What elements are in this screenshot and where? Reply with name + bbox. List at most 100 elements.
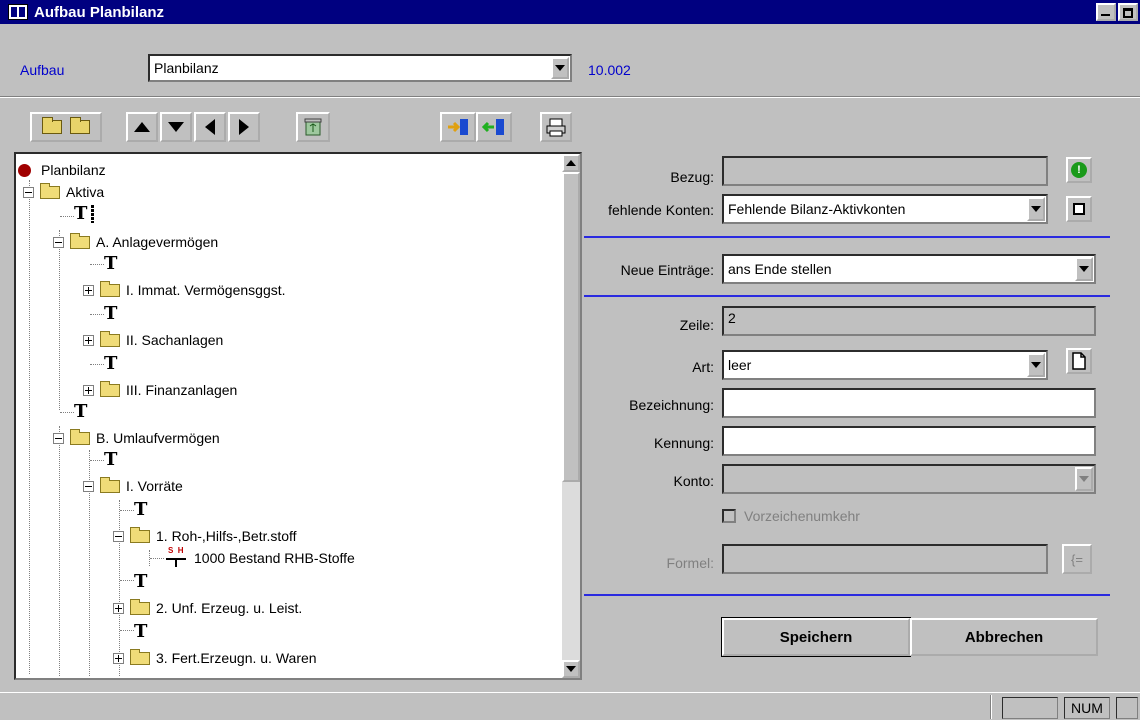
tree-connector [29, 180, 30, 674]
print-button[interactable] [540, 112, 572, 142]
folder-icon [70, 428, 90, 445]
collapse-toggle[interactable] [53, 236, 64, 248]
tree-text-node[interactable]: T [104, 254, 117, 274]
structure-tree[interactable]: Planbilanz Aktiva T A. Anlagevermögen T … [14, 152, 582, 680]
collapse-toggle[interactable] [53, 432, 64, 444]
vorzeichenumkehr-checkbox[interactable]: Vorzeichenumkehr [722, 508, 860, 524]
neue-eintraege-dropdown-arrow[interactable] [1075, 257, 1093, 281]
tree-item-label: A. Anlagevermögen [96, 234, 219, 250]
tree-item-roh-hilfs[interactable]: 1. Roh-,Hilfs-,Betr.stoff [113, 526, 297, 546]
tree-text-node[interactable]: T [134, 622, 147, 642]
fehlende-konten-dropdown-arrow[interactable] [1027, 197, 1045, 221]
scroll-down-button[interactable] [562, 660, 580, 678]
bezug-label: Bezug: [670, 169, 714, 185]
tree-item-immat[interactable]: I. Immat. Vermögensggst. [83, 280, 286, 300]
tree-text-node[interactable]: T [104, 304, 117, 324]
tree-item-vorraete[interactable]: I. Vorräte [83, 476, 183, 496]
move-left-button[interactable] [194, 112, 226, 142]
tree-item-label: 1000 Bestand RHB-Stoffe [194, 550, 355, 566]
cancel-button[interactable]: Abbrechen [910, 618, 1098, 656]
tree-item-label: Planbilanz [41, 162, 106, 178]
tree-text-node[interactable]: T [104, 354, 117, 374]
tree-item-sachanlagen[interactable]: II. Sachanlagen [83, 330, 223, 350]
fehlende-konten-button[interactable] [1066, 196, 1092, 222]
expand-toggle[interactable] [83, 384, 94, 396]
tree-scrollbar[interactable] [562, 154, 580, 678]
folder-icon [130, 598, 150, 615]
tree-connector [60, 216, 74, 217]
tree-item-unf-erzeug[interactable]: 2. Unf. Erzeug. u. Leist. [113, 598, 302, 618]
save-button[interactable]: Speichern [721, 617, 911, 657]
konto-dropdown-arrow[interactable] [1075, 467, 1093, 491]
fehlende-konten-select[interactable]: Fehlende Bilanz-Aktivkonten [722, 194, 1048, 224]
aufbau-dropdown-arrow[interactable] [551, 57, 569, 79]
kennung-input[interactable] [722, 426, 1096, 456]
scroll-up-button[interactable] [562, 154, 580, 172]
tree-connector [90, 364, 104, 365]
tree-text-node[interactable]: T [74, 204, 95, 224]
expand-toggle[interactable] [113, 652, 124, 664]
tree-item-umlaufvermoegen[interactable]: B. Umlaufvermögen [53, 428, 220, 448]
scroll-thumb[interactable] [562, 172, 580, 482]
window-titlebar: Aufbau Planbilanz [0, 0, 1140, 24]
tree-text-node[interactable]: T [74, 402, 87, 422]
fehlende-konten-label: fehlende Konten: [608, 202, 714, 218]
tree-item-label: 2. Unf. Erzeug. u. Leist. [156, 600, 303, 616]
arrow-up-icon [134, 122, 150, 132]
move-down-button[interactable] [160, 112, 192, 142]
text-node-icon: T [134, 499, 148, 520]
import-button[interactable] [440, 112, 476, 142]
folder-icon [70, 117, 90, 134]
tree-item-aktiva[interactable]: Aktiva [23, 182, 104, 202]
account-sh-marker: S H [168, 546, 184, 555]
new-entry-button[interactable] [1066, 348, 1092, 374]
tree-text-node[interactable]: T [134, 500, 147, 520]
formel-label: Formel: [666, 555, 714, 571]
aufbau-combo[interactable]: Planbilanz [148, 54, 572, 82]
tree-item-root[interactable]: Planbilanz [18, 160, 106, 180]
tree-connector [90, 264, 104, 265]
text-node-icon: T [134, 571, 148, 592]
art-dropdown-arrow[interactable] [1027, 353, 1045, 377]
expand-toggle[interactable] [83, 284, 94, 296]
tree-text-node[interactable]: T [134, 572, 147, 592]
expand-toggle[interactable] [83, 334, 94, 346]
move-up-button[interactable] [126, 112, 158, 142]
bezeichnung-input[interactable] [722, 388, 1096, 418]
tree-item-label: III. Finanzanlagen [126, 382, 238, 398]
minimize-button[interactable] [1096, 3, 1116, 21]
tree-text-node[interactable]: T [104, 450, 117, 470]
folder-icon [40, 182, 60, 199]
folder-icon [100, 330, 120, 347]
maximize-button[interactable] [1118, 3, 1138, 21]
tree-item-fert-erzeugn[interactable]: 3. Fert.Erzeugn. u. Waren [113, 648, 317, 668]
text-node-icon: T [134, 621, 148, 642]
tree-item-account-1000[interactable]: S H 1000 Bestand RHB-Stoffe [166, 546, 355, 568]
konto-label: Konto: [673, 473, 714, 489]
status-bar: NUM [0, 692, 1140, 720]
open-folders-button[interactable] [30, 112, 102, 142]
arrow-out-door-icon [482, 119, 504, 135]
tree-item-anlagevermoegen[interactable]: A. Anlagevermögen [53, 232, 218, 252]
neue-eintraege-value: ans Ende stellen [728, 261, 832, 277]
neue-eintraege-select[interactable]: ans Ende stellen [722, 254, 1096, 284]
formel-editor-button[interactable]: {= [1062, 544, 1092, 574]
art-select[interactable]: leer [722, 350, 1048, 380]
account-t-icon: S H [166, 546, 188, 568]
collapse-toggle[interactable] [83, 480, 94, 492]
vorzeichenumkehr-label: Vorzeichenumkehr [744, 508, 860, 524]
collapse-toggle[interactable] [23, 186, 34, 198]
status-panel [1116, 697, 1138, 719]
tree-item-label: I. Vorräte [126, 478, 183, 494]
tree-item-finanzanlagen[interactable]: III. Finanzanlagen [83, 380, 237, 400]
recycle-bin-icon [304, 118, 322, 136]
move-right-button[interactable] [228, 112, 260, 142]
export-button[interactable] [476, 112, 512, 142]
bezug-info-button[interactable]: ! [1066, 157, 1092, 183]
expand-toggle[interactable] [113, 602, 124, 614]
collapse-toggle[interactable] [113, 530, 124, 542]
checkbox-box-icon [722, 509, 736, 523]
recycle-button[interactable] [296, 112, 330, 142]
konto-select[interactable] [722, 464, 1096, 494]
tree-item-label: 3. Fert.Erzeugn. u. Waren [156, 650, 317, 666]
